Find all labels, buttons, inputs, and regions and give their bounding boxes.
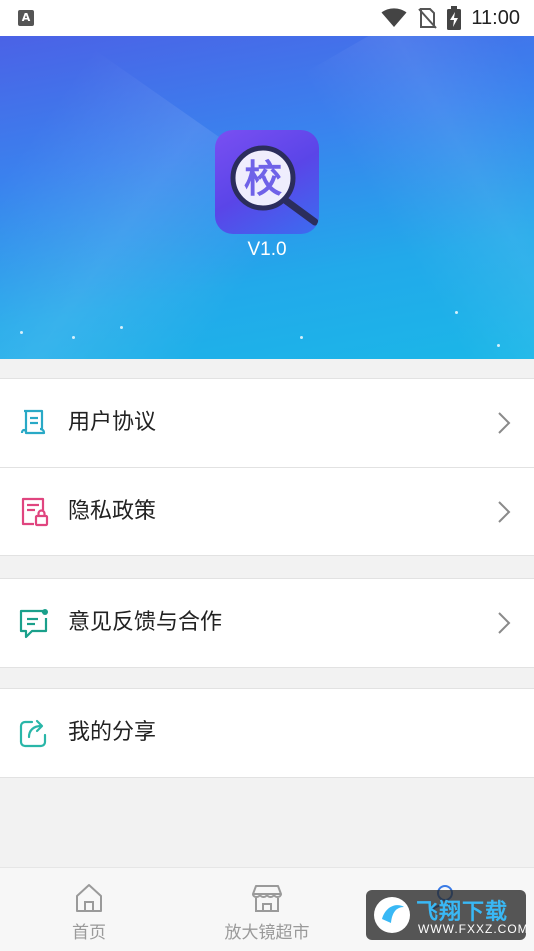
menu-item-privacy-policy[interactable]: 隐私政策	[0, 467, 534, 555]
feedback-chat-icon	[19, 609, 48, 639]
menu-label: 隐私政策	[68, 499, 157, 524]
sparkle	[455, 311, 458, 314]
menu-item-user-agreement[interactable]: 用户协议	[0, 379, 534, 467]
sparkle	[72, 336, 75, 339]
logo-character: 校	[244, 157, 282, 201]
status-time: 11:00	[471, 6, 520, 29]
menu-label: 我的分享	[68, 720, 157, 745]
app-version: V1.0	[247, 239, 287, 260]
sparkle	[497, 344, 500, 347]
notification-icon: A	[18, 10, 34, 26]
hero-banner: 校 V1.0	[0, 36, 534, 359]
menu-item-my-share[interactable]: 我的分享	[0, 689, 534, 777]
watermark-url: WWW.FXXZ.COM	[418, 922, 529, 936]
chevron-right-icon	[498, 612, 511, 634]
no-sim-icon	[418, 8, 438, 29]
menu-group-share: 我的分享	[0, 688, 534, 778]
chevron-right-icon	[498, 501, 511, 523]
battery-charging-icon	[447, 6, 462, 30]
privacy-lock-document-icon	[21, 497, 49, 527]
watermark-logo-icon	[374, 897, 410, 933]
watermark: 飞翔下载 WWW.FXXZ.COM	[366, 890, 529, 940]
sparkle	[120, 326, 123, 329]
menu-group-legal: 用户协议 隐私政策	[0, 378, 534, 556]
tab-home[interactable]: 首页	[0, 868, 178, 951]
agreement-document-icon	[20, 409, 46, 435]
menu-item-feedback[interactable]: 意见反馈与合作	[0, 579, 534, 667]
tab-magnifier-store[interactable]: 放大镜超市	[178, 868, 356, 951]
sparkle	[300, 336, 303, 339]
hero-light-ray	[302, 36, 534, 359]
tab-label: 首页	[72, 923, 106, 943]
menu-label: 意见反馈与合作	[68, 610, 223, 635]
sparkle	[20, 331, 23, 334]
menu-label: 用户协议	[68, 410, 157, 435]
home-icon	[76, 884, 102, 912]
app-logo: 校	[215, 130, 319, 234]
share-icon	[19, 719, 47, 748]
store-icon	[252, 885, 282, 912]
tab-label: 放大镜超市	[224, 923, 310, 943]
status-icons: 11:00	[381, 6, 520, 30]
magnifier-icon: 校	[230, 145, 319, 226]
wifi-icon	[381, 8, 407, 27]
chevron-right-icon	[498, 412, 511, 434]
menu-group-feedback: 意见反馈与合作	[0, 578, 534, 668]
status-bar: A 11:00	[0, 0, 534, 36]
